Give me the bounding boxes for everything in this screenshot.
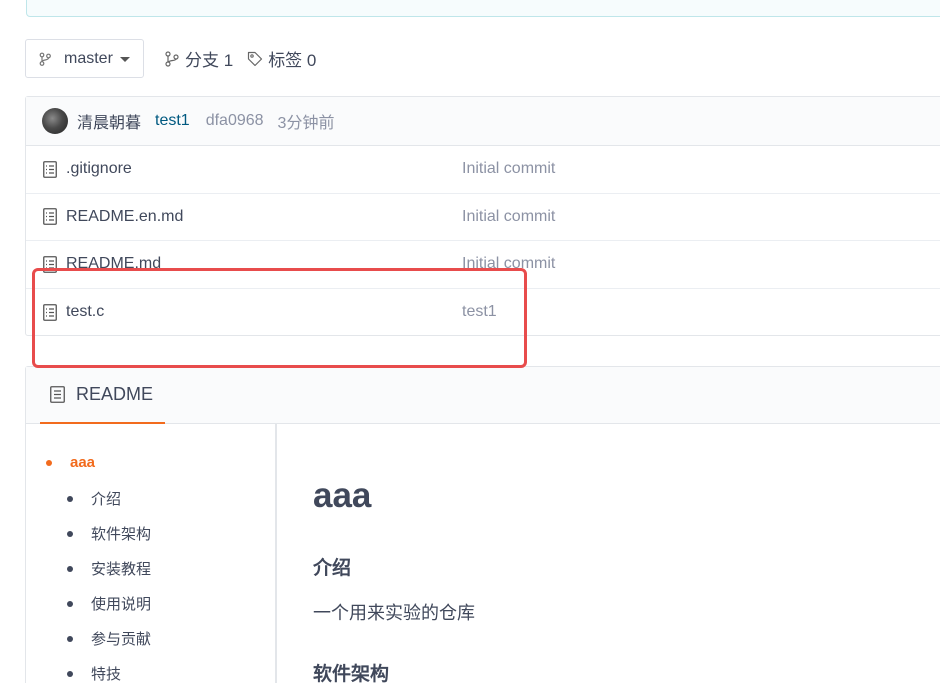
tab-readme[interactable]: README (40, 367, 165, 424)
bullet (67, 600, 73, 607)
file-name[interactable]: README.md (66, 255, 161, 273)
commit-message[interactable]: test1 (155, 112, 190, 130)
avatar[interactable] (42, 108, 68, 134)
toc-label: 特技 (91, 666, 122, 683)
file-name[interactable]: test.c (66, 303, 104, 321)
branch-name: master (64, 49, 113, 67)
file-row[interactable]: .gitignore Initial commit (26, 146, 940, 194)
branches-count: 分支 1 (185, 51, 234, 70)
chevron-down-icon (119, 57, 130, 62)
branch-select[interactable]: master (25, 39, 144, 78)
bullet (67, 530, 73, 537)
toc-item-intro[interactable]: 介绍 (67, 488, 121, 509)
file-commit-message[interactable]: Initial commit (462, 160, 555, 178)
file-commit-message[interactable]: test1 (462, 303, 497, 321)
file-commit-message[interactable]: Initial commit (462, 208, 555, 226)
toc-label: aaa (70, 454, 96, 471)
toc-label: 参与贡献 (91, 631, 152, 648)
file-list: 清晨朝暮 test1 dfa0968 3分钟前 .gitignore Initi… (25, 96, 940, 336)
toc-label: 使用说明 (91, 596, 152, 613)
file-icon (43, 160, 57, 178)
branch-icon (39, 52, 51, 66)
intro-heading: 介绍 (313, 558, 352, 579)
file-name[interactable]: README.en.md (66, 208, 183, 226)
toc-item-install[interactable]: 安装教程 (67, 558, 151, 579)
toc-item-aaa[interactable]: aaa (46, 454, 95, 471)
readme-toc: aaa 介绍 软件架构 安装教程 使用说明 参与贡献 特技 (26, 424, 277, 683)
toc-item-architecture[interactable]: 软件架构 (67, 523, 151, 544)
bullet (67, 635, 73, 642)
latest-commit-bar: 清晨朝暮 test1 dfa0968 3分钟前 (26, 97, 940, 146)
toc-label: 安装教程 (91, 561, 152, 578)
toc-item-usage[interactable]: 使用说明 (67, 593, 151, 614)
commit-time: 3分钟前 (277, 115, 335, 132)
file-name[interactable]: .gitignore (66, 160, 132, 178)
toc-item-features[interactable]: 特技 (67, 663, 121, 683)
branches-link[interactable]: 分支 1 (164, 46, 233, 71)
readme-icon (50, 386, 65, 403)
bullet (46, 459, 52, 466)
bullet (67, 565, 73, 572)
file-row[interactable]: README.md Initial commit (26, 241, 940, 289)
tags-count: 标签 0 (268, 51, 317, 70)
tags-link[interactable]: 标签 0 (247, 46, 316, 71)
file-row[interactable]: README.en.md Initial commit (26, 194, 940, 241)
file-icon (43, 303, 57, 321)
repo-toolbar: master 分支 1 标签 0 (25, 39, 316, 78)
readme-title: aaa (313, 476, 372, 515)
commit-author[interactable]: 清晨朝暮 (77, 109, 141, 133)
intro-text: 一个用来实验的仓库 (313, 603, 475, 623)
file-row[interactable]: test.c test1 (26, 289, 940, 337)
tag-icon (248, 51, 263, 66)
notice-banner (26, 0, 940, 17)
toc-label: 软件架构 (91, 526, 152, 543)
toc-item-contribute[interactable]: 参与贡献 (67, 628, 151, 649)
file-commit-message[interactable]: Initial commit (462, 255, 555, 273)
branches-icon (165, 50, 179, 67)
readme-header: README (26, 367, 940, 424)
toc-label: 介绍 (91, 491, 122, 508)
bullet (67, 495, 73, 502)
architecture-heading: 软件架构 (313, 664, 390, 683)
commit-sha[interactable]: dfa0968 (206, 112, 264, 130)
file-icon (43, 255, 57, 273)
tab-readme-label: README (76, 384, 154, 404)
bullet (67, 670, 73, 677)
file-icon (43, 208, 57, 226)
readme-panel: README aaa 介绍 软件架构 安装教程 使用说明 参与贡献 特技 aaa… (25, 366, 940, 683)
